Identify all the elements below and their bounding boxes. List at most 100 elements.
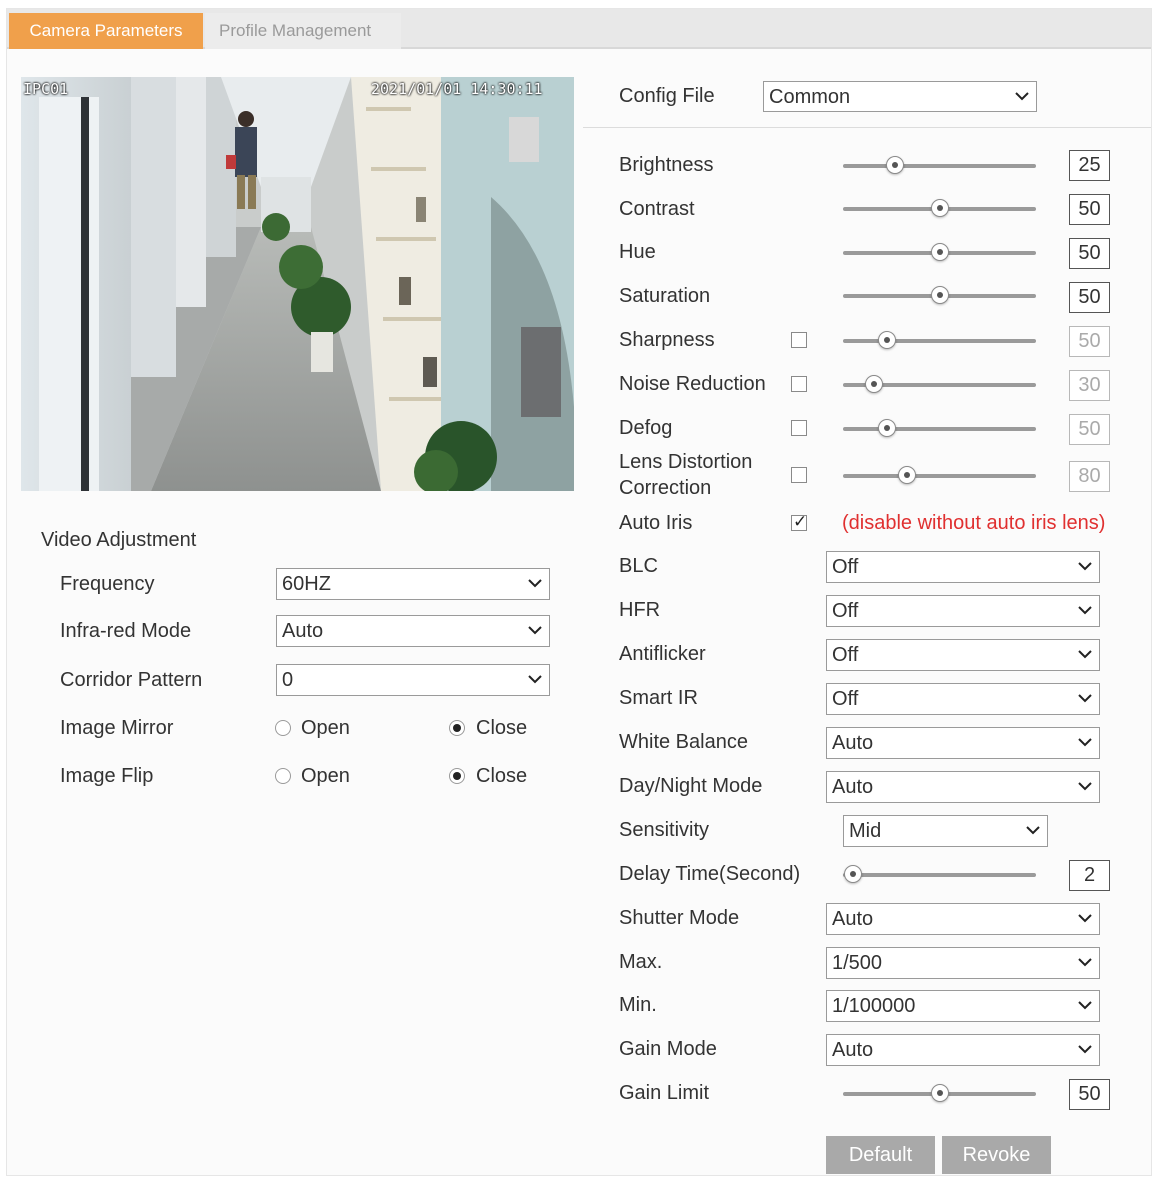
- auto-iris-label: Auto Iris: [619, 512, 693, 534]
- day-night-mode-select[interactable]: Auto: [826, 771, 1100, 803]
- defog-label: Defog: [619, 417, 673, 439]
- chevron-down-icon: [1078, 606, 1092, 615]
- chevron-down-icon: [1078, 1045, 1092, 1054]
- lens-distortion-slider-thumb[interactable]: [897, 466, 916, 484]
- shutter-max-select[interactable]: 1/500: [826, 947, 1100, 979]
- day-night-mode-value: Auto: [832, 776, 874, 798]
- gain-mode-select[interactable]: Auto: [826, 1034, 1100, 1066]
- gain-limit-value[interactable]: 50: [1069, 1079, 1110, 1110]
- chevron-down-icon: [528, 626, 542, 635]
- chevron-down-icon: [528, 675, 542, 684]
- corridor-pattern-value: 0: [282, 669, 294, 691]
- frequency-label: Frequency: [60, 573, 155, 595]
- sharpness-value[interactable]: 50: [1069, 326, 1110, 357]
- sharpness-checkbox[interactable]: [791, 332, 807, 348]
- noise-reduction-label: Noise Reduction: [619, 373, 766, 395]
- saturation-value[interactable]: 50: [1069, 282, 1110, 313]
- sensitivity-label: Sensitivity: [619, 819, 710, 841]
- lens-distortion-value[interactable]: 80: [1069, 461, 1110, 492]
- contrast-value[interactable]: 50: [1069, 194, 1110, 225]
- lens-distortion-slider[interactable]: [843, 466, 1036, 486]
- delay-time-value[interactable]: 2: [1069, 860, 1110, 891]
- tab-camera-parameters[interactable]: Camera Parameters: [9, 13, 203, 49]
- hue-slider-thumb[interactable]: [930, 243, 949, 261]
- white-balance-select[interactable]: Auto: [826, 727, 1100, 759]
- gain-limit-slider-thumb[interactable]: [930, 1084, 949, 1102]
- tab-bar: Camera Parameters Profile Management: [7, 9, 1151, 49]
- sharpness-slider[interactable]: [843, 331, 1036, 351]
- config-file-select[interactable]: Common: [763, 81, 1037, 112]
- shutter-min-select[interactable]: 1/100000: [826, 990, 1100, 1022]
- brightness-label: Brightness: [619, 154, 714, 176]
- delay-time-slider[interactable]: [843, 865, 1036, 885]
- chevron-down-icon: [1078, 1001, 1092, 1010]
- chevron-down-icon: [1078, 958, 1092, 967]
- corridor-pattern-select[interactable]: 0: [276, 664, 550, 696]
- chevron-down-icon: [1078, 562, 1092, 571]
- hfr-label: HFR: [619, 599, 661, 621]
- noise-reduction-slider-thumb[interactable]: [864, 375, 883, 393]
- frequency-value: 60HZ: [282, 573, 331, 595]
- image-flip-close-radio[interactable]: [449, 768, 465, 784]
- brightness-slider-thumb[interactable]: [886, 156, 905, 174]
- image-mirror-close-label: Close: [476, 717, 528, 739]
- delay-time-slider-thumb[interactable]: [843, 865, 862, 883]
- revoke-button[interactable]: Revoke: [942, 1136, 1051, 1174]
- tab-profile-management[interactable]: Profile Management: [205, 13, 401, 49]
- hue-value[interactable]: 50: [1069, 238, 1110, 269]
- frequency-select[interactable]: 60HZ: [276, 568, 550, 600]
- contrast-slider[interactable]: [843, 199, 1036, 219]
- auto-iris-note: (disable without auto iris lens): [842, 512, 1106, 534]
- smart-ir-select[interactable]: Off: [826, 683, 1100, 715]
- sensitivity-value: Mid: [849, 820, 882, 842]
- shutter-mode-select[interactable]: Auto: [826, 903, 1100, 935]
- hfr-select[interactable]: Off: [826, 595, 1100, 627]
- defog-checkbox[interactable]: [791, 420, 807, 436]
- delay-time-label: Delay Time(Second): [619, 863, 801, 885]
- chevron-down-icon: [528, 579, 542, 588]
- smart-ir-label: Smart IR: [619, 687, 698, 709]
- shutter-mode-label: Shutter Mode: [619, 907, 740, 929]
- antiflicker-value: Off: [832, 644, 859, 666]
- auto-iris-checkbox[interactable]: ✓: [791, 513, 807, 531]
- hue-slider[interactable]: [843, 243, 1036, 263]
- blc-label: BLC: [619, 555, 658, 577]
- saturation-slider-thumb[interactable]: [930, 286, 949, 304]
- blc-select[interactable]: Off: [826, 551, 1100, 583]
- preview-image: [21, 77, 574, 491]
- noise-reduction-checkbox[interactable]: [791, 376, 807, 392]
- chevron-down-icon: [1078, 782, 1092, 791]
- blc-value: Off: [832, 556, 859, 578]
- config-file-value: Common: [769, 86, 851, 108]
- image-mirror-open-radio[interactable]: [275, 720, 291, 736]
- default-button[interactable]: Default: [826, 1136, 935, 1174]
- image-flip-open-radio[interactable]: [275, 768, 291, 784]
- brightness-slider[interactable]: [843, 156, 1036, 176]
- antiflicker-select[interactable]: Off: [826, 639, 1100, 671]
- defog-slider[interactable]: [843, 419, 1036, 439]
- image-mirror-close-radio[interactable]: [449, 720, 465, 736]
- chevron-down-icon: [1026, 826, 1040, 835]
- defog-slider-thumb[interactable]: [878, 419, 897, 437]
- infrared-mode-select[interactable]: Auto: [276, 615, 550, 647]
- saturation-slider[interactable]: [843, 286, 1036, 306]
- defog-value[interactable]: 50: [1069, 414, 1110, 445]
- brightness-value[interactable]: 25: [1069, 150, 1110, 181]
- gain-limit-label: Gain Limit: [619, 1082, 710, 1104]
- noise-reduction-slider[interactable]: [843, 375, 1036, 395]
- noise-reduction-value[interactable]: 30: [1069, 370, 1110, 401]
- white-balance-value: Auto: [832, 732, 874, 754]
- shutter-max-label: Max.: [619, 951, 663, 973]
- contrast-slider-thumb[interactable]: [930, 199, 949, 217]
- chevron-down-icon: [1078, 694, 1092, 703]
- gain-limit-slider[interactable]: [843, 1084, 1036, 1104]
- gain-mode-value: Auto: [832, 1039, 874, 1061]
- lens-distortion-label-line2: Correction: [619, 477, 712, 499]
- chevron-down-icon: [1078, 738, 1092, 747]
- chevron-down-icon: [1078, 650, 1092, 659]
- lens-distortion-checkbox[interactable]: [791, 467, 807, 483]
- gain-mode-label: Gain Mode: [619, 1038, 717, 1060]
- chevron-down-icon: [1015, 92, 1029, 101]
- sharpness-slider-thumb[interactable]: [878, 331, 897, 349]
- sensitivity-select[interactable]: Mid: [843, 815, 1048, 847]
